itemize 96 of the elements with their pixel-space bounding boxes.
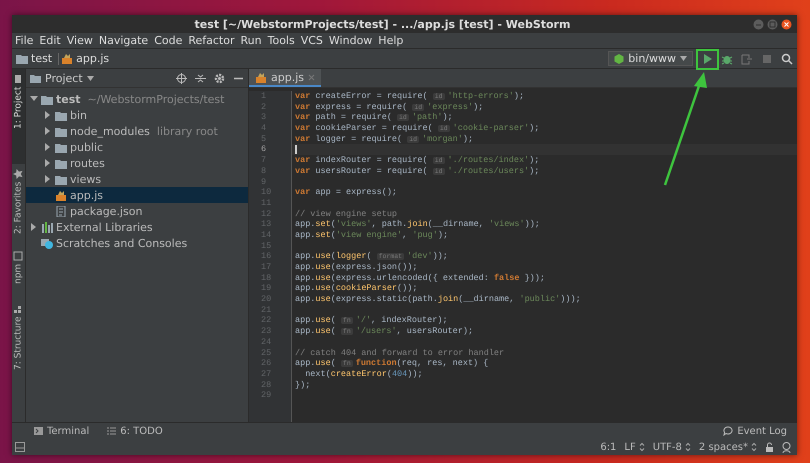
menu-item[interactable]: VCS xyxy=(298,34,326,47)
up-down-icon xyxy=(751,442,757,452)
code-line: app.use(express.static(path.join(__dirname, 'public'))); xyxy=(294,294,582,305)
menu-item[interactable]: Help xyxy=(375,34,406,47)
code-line: // catch 404 and forward to error handler xyxy=(294,348,506,358)
event-log-button[interactable]: Event Log xyxy=(721,426,789,436)
folder-icon xyxy=(41,94,53,104)
javascript-file-icon xyxy=(255,72,267,82)
cursor-position[interactable]: 6:1 xyxy=(600,442,616,452)
up-down-icon xyxy=(684,442,691,452)
node-icon xyxy=(614,54,624,64)
terminal-icon xyxy=(34,427,43,435)
menu-item[interactable]: Window xyxy=(326,34,376,47)
encoding-selector[interactable]: UTF-8 xyxy=(652,442,691,452)
folder-icon xyxy=(55,126,67,136)
tree-item[interactable]: External Libraries xyxy=(26,219,248,235)
side-tab[interactable]: npm xyxy=(12,246,25,293)
menu-item[interactable]: Refactor xyxy=(185,34,238,47)
collapsed-arrow-icon[interactable] xyxy=(30,223,38,231)
folder-icon xyxy=(30,74,41,82)
run-configuration-dropdown[interactable]: bin/www xyxy=(608,51,693,66)
close-icon[interactable] xyxy=(781,18,792,30)
settings-icon[interactable] xyxy=(214,72,225,84)
expanded-arrow-icon[interactable] xyxy=(30,95,38,103)
scratches-icon xyxy=(41,238,53,248)
up-down-icon xyxy=(638,442,645,452)
side-tab[interactable]: 7: Structure xyxy=(12,299,25,379)
coverage-icon[interactable] xyxy=(741,52,753,64)
code-line: app.use(express.json()); xyxy=(294,262,418,273)
tool-window-tab[interactable]: Terminal xyxy=(32,426,92,436)
menu-item[interactable]: Navigate xyxy=(96,34,152,47)
javascript-file-icon xyxy=(61,53,74,64)
window-title: test [~/WebstormProjects/test] - .../app.js [test] - WebStorm xyxy=(194,18,572,30)
tree-item[interactable]: app.js xyxy=(26,187,248,203)
search-icon[interactable] xyxy=(781,52,793,64)
side-tab[interactable]: 1: Project xyxy=(12,69,25,164)
code-line: var app = express(); xyxy=(294,187,398,198)
menu-item[interactable]: File xyxy=(12,34,36,47)
text-cursor xyxy=(295,144,296,154)
project-view-dropdown[interactable]: Project xyxy=(30,72,94,84)
tool-window-tab[interactable]: 6: TODO xyxy=(105,426,165,436)
run-icon[interactable] xyxy=(701,52,713,64)
tree-item[interactable]: node_modules library root xyxy=(26,123,248,139)
structure-tab-icon xyxy=(14,304,24,314)
panel-toggle-icon[interactable] xyxy=(15,442,25,452)
lock-icon[interactable] xyxy=(765,442,774,452)
project-tab-icon xyxy=(14,74,24,84)
menu-item[interactable]: Edit xyxy=(36,34,64,47)
folder-icon xyxy=(55,142,67,152)
code-line: }); xyxy=(294,380,312,390)
indent-selector[interactable]: 2 spaces* xyxy=(698,442,757,452)
tree-item[interactable]: Scratches and Consoles xyxy=(26,235,248,251)
tree-item[interactable]: routes xyxy=(26,155,248,171)
javascript-file-icon xyxy=(55,190,67,200)
collapsed-arrow-icon[interactable] xyxy=(44,111,52,119)
tree-item[interactable]: test ~/WebstormProjects/test xyxy=(26,91,248,107)
menu-item[interactable]: Run xyxy=(238,34,265,47)
list-icon xyxy=(107,427,116,435)
code-line: app.set('views', path.join(__dirname, 'views')); xyxy=(294,219,541,230)
menu-item[interactable]: Code xyxy=(151,34,186,47)
json-file-icon xyxy=(55,206,67,216)
folder-icon xyxy=(55,158,67,168)
collapsed-arrow-icon[interactable] xyxy=(44,143,52,151)
breadcrumb[interactable]: test xyxy=(16,52,56,65)
collapsed-arrow-icon[interactable] xyxy=(44,127,52,135)
caret-icon xyxy=(86,76,94,80)
tree-item[interactable]: bin xyxy=(26,107,248,123)
folder-icon xyxy=(55,110,67,120)
tree-item[interactable]: package.json xyxy=(26,203,248,219)
line-separator-selector[interactable]: LF xyxy=(624,442,645,452)
library-icon xyxy=(41,222,53,232)
folder-icon xyxy=(16,53,28,64)
tree-item[interactable]: public xyxy=(26,139,248,155)
target-icon[interactable] xyxy=(176,72,187,84)
inspector-icon[interactable] xyxy=(782,442,791,452)
code-line: app.use(express.urlencoded({ extended: false })); xyxy=(294,272,546,284)
menu-item[interactable]: View xyxy=(64,34,96,47)
menu-item[interactable]: Tools xyxy=(264,34,298,47)
side-tab[interactable]: 2: Favorites xyxy=(12,164,25,246)
tree-item[interactable]: views xyxy=(26,171,248,187)
collapse-icon[interactable] xyxy=(195,72,206,84)
speech-bubble-icon xyxy=(723,426,734,436)
collapsed-arrow-icon[interactable] xyxy=(44,159,52,167)
npm-tab-icon xyxy=(14,251,24,261)
code-line: app.use(cookieParser()); xyxy=(294,283,418,294)
star-tab-icon xyxy=(14,169,24,179)
code-line: // view engine setup xyxy=(294,208,398,220)
code-line: app.set('view engine', 'pug'); xyxy=(294,230,450,241)
breadcrumb[interactable]: app.js xyxy=(61,52,114,65)
folder-icon xyxy=(55,174,67,184)
caret-icon xyxy=(680,56,687,61)
collapsed-arrow-icon[interactable] xyxy=(44,175,52,183)
editor-tab[interactable]: app.js xyxy=(249,69,321,87)
line-number: 6 xyxy=(260,144,268,156)
code-line: next(createError(404)); xyxy=(304,368,424,380)
highlight-frame xyxy=(696,49,719,70)
